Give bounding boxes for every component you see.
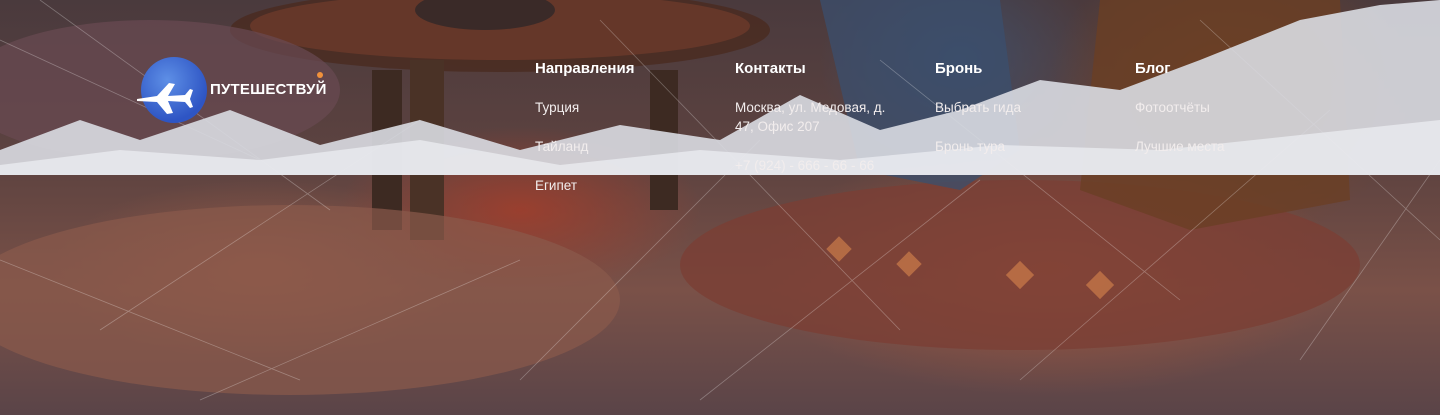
airplane-icon: [137, 83, 193, 114]
link-photo-reports[interactable]: Фотоотчёты: [1135, 98, 1315, 117]
footer-column-booking: Бронь Выбрать гида Бронь тура: [935, 60, 1115, 176]
column-title: Блог: [1135, 60, 1171, 77]
link-thailand[interactable]: Тайланд: [535, 137, 715, 156]
link-turkey[interactable]: Турция: [535, 98, 715, 117]
link-book-tour[interactable]: Бронь тура: [935, 137, 1115, 156]
footer-column-blog: Блог Фотоотчёты Лучшие места: [1135, 60, 1315, 176]
contact-phone[interactable]: +7 (924) - 666 - 66 - 66: [735, 156, 905, 175]
column-title: Контакты: [735, 60, 806, 77]
link-choose-guide[interactable]: Выбрать гида: [935, 98, 1115, 117]
logo-accent-dot: [317, 72, 323, 78]
contact-address: Москва, ул. Медовая, д. 47, Офис 207: [735, 100, 886, 134]
column-title: Бронь: [935, 60, 983, 77]
footer-column-directions: Направления Турция Тайланд Египет: [535, 60, 715, 215]
site-logo[interactable]: ПУТЕШЕСТВУЙ: [135, 55, 330, 127]
column-title: Направления: [535, 60, 635, 77]
link-egypt[interactable]: Египет: [535, 176, 715, 195]
link-best-places[interactable]: Лучшие места: [1135, 137, 1315, 156]
logo-text: ПУТЕШЕСТВУЙ: [210, 81, 327, 98]
footer-column-contacts: Контакты Москва, ул. Медовая, д. 47, Офи…: [735, 60, 905, 195]
